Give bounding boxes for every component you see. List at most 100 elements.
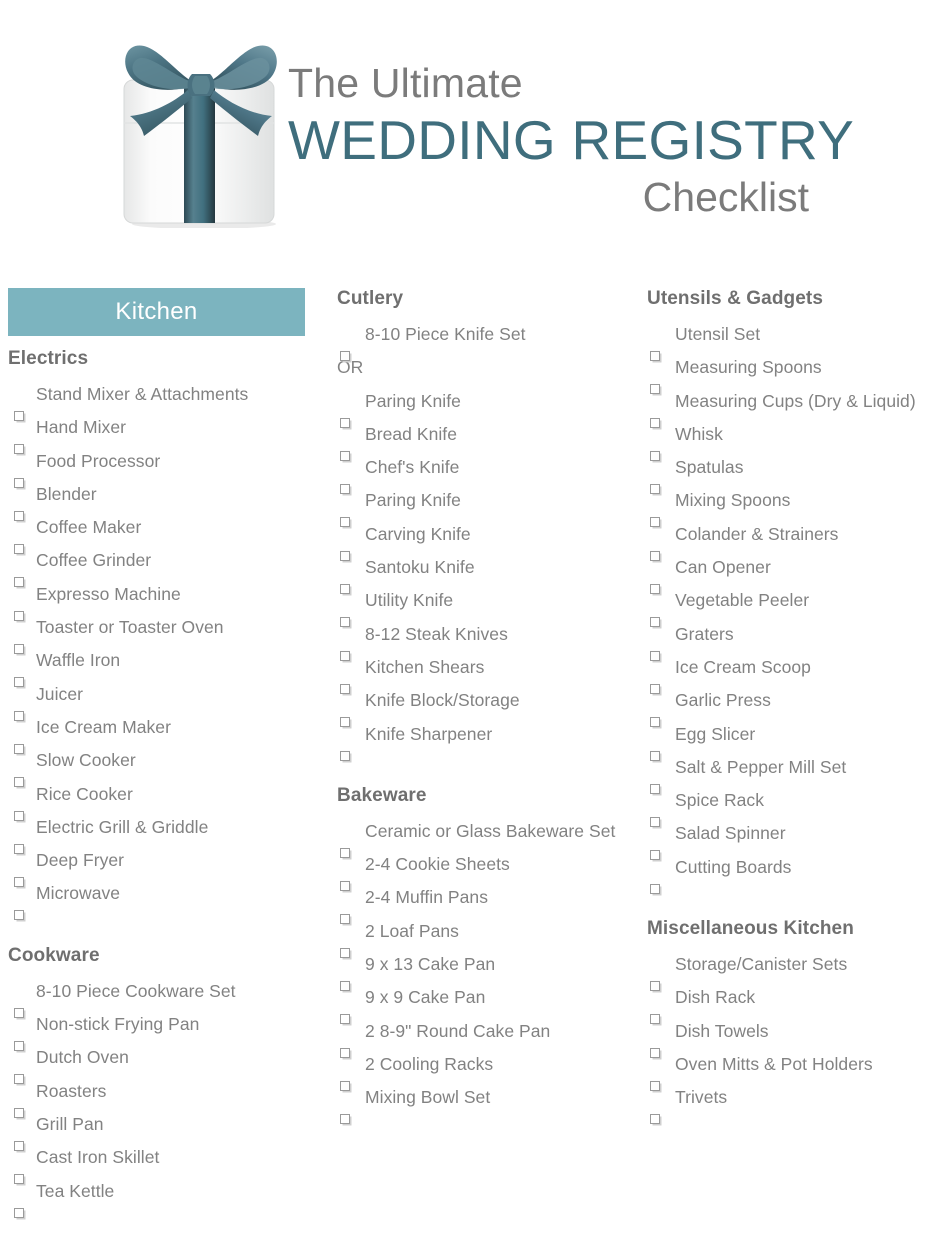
list-item[interactable]: Coffee Grinder <box>8 544 310 588</box>
list-item[interactable]: 9 x 13 Cake Pan <box>337 948 620 992</box>
list-item-label: Paring Knife <box>365 390 461 411</box>
section-title-cutlery: Cutlery <box>337 288 404 309</box>
list-item[interactable]: Garlic Press <box>647 684 930 728</box>
list-item-label: 9 x 9 Cake Pan <box>365 987 486 1008</box>
list-item[interactable]: Roasters <box>8 1075 310 1118</box>
list-item[interactable]: 8-12 Steak Knives <box>337 618 620 661</box>
list-item-label: Utensil Set <box>675 324 761 344</box>
list-miscellaneous-kitchen: Storage/Canister Sets Dish Rack Dish Tow… <box>647 948 930 1125</box>
list-item[interactable]: Mixing Bowl Set <box>337 1081 620 1125</box>
list-item[interactable]: Can Opener <box>647 551 930 595</box>
list-item[interactable]: Dish Towels <box>647 1015 930 1058</box>
list-item[interactable]: Measuring Cups (Dry & Liquid) <box>647 385 930 428</box>
list-item-label: Electric Grill & Griddle <box>36 816 209 837</box>
list-item-label: Ice Cream Scoop <box>675 656 811 677</box>
section-cutlery: Cutlery 8-10 Piece Knife Set OR Paring K… <box>337 288 620 761</box>
list-item[interactable]: Microwave <box>8 877 310 921</box>
list-item[interactable]: 2-4 Muffin Pans <box>337 881 620 925</box>
title-line-wedding-registry: WEDDING REGISTRY <box>288 109 855 171</box>
list-item[interactable]: Bread Knife <box>337 418 620 461</box>
list-item[interactable]: Graters <box>647 618 930 661</box>
list-item[interactable]: Juicer <box>8 678 310 721</box>
list-item[interactable]: Blender <box>8 478 310 521</box>
list-item-label: Salt & Pepper Mill Set <box>675 756 847 777</box>
list-bakeware: Ceramic or Glass Bakeware Set 2-4 Cookie… <box>337 815 620 1125</box>
list-item[interactable]: Coffee Maker <box>8 511 310 555</box>
list-item-label: Ceramic or Glass Bakeware Set <box>365 820 616 841</box>
list-item[interactable]: Ice Cream Maker <box>8 711 310 754</box>
list-item[interactable]: Ice Cream Scoop <box>647 651 930 694</box>
list-item-label: Garlic Press <box>675 690 771 711</box>
list-item[interactable]: Ceramic or Glass Bakeware Set <box>337 815 620 858</box>
list-item[interactable]: Waffle Iron <box>8 644 310 688</box>
list-item[interactable]: Utility Knife <box>337 584 620 628</box>
list-item[interactable]: Spice Rack <box>647 784 930 828</box>
list-item[interactable]: Salt & Pepper Mill Set <box>647 751 930 794</box>
list-item[interactable]: Carving Knife <box>337 518 620 561</box>
list-item[interactable]: Trivets <box>647 1081 930 1125</box>
list-item-label: Storage/Canister Sets <box>675 954 848 975</box>
list-item[interactable]: Cast Iron Skillet <box>8 1141 310 1185</box>
list-item[interactable]: Paring Knife <box>337 484 620 528</box>
list-item-label: Coffee Grinder <box>36 550 152 571</box>
list-item-label: Hand Mixer <box>36 417 126 438</box>
list-item-label: Vegetable Peeler <box>675 590 810 611</box>
title-block: The Ultimate WEDDING REGISTRY Checklist <box>288 58 855 222</box>
list-item[interactable]: Food Processor <box>8 445 310 488</box>
list-item[interactable]: 2 Loaf Pans <box>337 915 620 958</box>
list-item[interactable]: Colander & Strainers <box>647 518 930 561</box>
list-item[interactable]: Non-stick Frying Pan <box>8 1008 310 1052</box>
list-item[interactable]: 2 Cooling Racks <box>337 1048 620 1091</box>
list-utensils-gadgets: Utensil Set Measuring Spoons Measuring C… <box>647 318 930 894</box>
list-item[interactable]: Chef's Knife <box>337 451 620 495</box>
list-item[interactable]: 9 x 9 Cake Pan <box>337 981 620 1025</box>
list-item[interactable]: Paring Knife <box>337 385 620 428</box>
section-bakeware: Bakeware Ceramic or Glass Bakeware Set 2… <box>337 785 620 1125</box>
list-item-label: Colander & Strainers <box>675 523 839 544</box>
list-item-label: Waffle Iron <box>36 650 121 671</box>
list-item[interactable]: Knife Block/Storage <box>337 684 620 728</box>
list-item-label: Whisk <box>675 423 723 444</box>
list-item[interactable]: 2-4 Cookie Sheets <box>337 848 620 892</box>
list-item[interactable]: Electric Grill & Griddle <box>8 811 310 854</box>
list-item[interactable]: Knife Sharpener <box>337 718 620 761</box>
list-item[interactable]: Santoku Knife <box>337 551 620 595</box>
list-item[interactable]: Hand Mixer <box>8 411 310 455</box>
list-item[interactable]: Slow Cooker <box>8 744 310 788</box>
list-item[interactable]: Dish Rack <box>647 981 930 1025</box>
list-item[interactable]: 8-10 Piece Knife Set <box>337 318 620 361</box>
list-item[interactable]: 2 8-9" Round Cake Pan <box>337 1015 620 1058</box>
list-item-label: Oven Mitts & Pot Holders <box>675 1053 873 1074</box>
list-item-label: Food Processor <box>36 450 161 471</box>
list-item[interactable]: Expresso Machine <box>8 578 310 621</box>
list-item[interactable]: Spatulas <box>647 451 930 495</box>
list-item[interactable]: Deep Fryer <box>8 844 310 888</box>
list-item[interactable]: Whisk <box>647 418 930 461</box>
list-item-label: 9 x 13 Cake Pan <box>365 954 496 975</box>
list-item-label: Santoku Knife <box>365 557 475 578</box>
list-item[interactable]: Oven Mitts & Pot Holders <box>647 1048 930 1091</box>
list-item[interactable]: Kitchen Shears <box>337 651 620 694</box>
list-item[interactable]: Vegetable Peeler <box>647 584 930 628</box>
list-item[interactable]: Salad Spinner <box>647 817 930 861</box>
list-item[interactable]: Toaster or Toaster Oven <box>8 611 310 655</box>
list-item[interactable]: Stand Mixer & Attachments <box>8 378 310 421</box>
list-item[interactable]: Tea Kettle <box>8 1175 310 1218</box>
list-item[interactable]: Grill Pan <box>8 1108 310 1151</box>
list-item[interactable]: Measuring Spoons <box>647 351 930 395</box>
list-item-label: Expresso Machine <box>36 583 181 604</box>
list-item[interactable]: Rice Cooker <box>8 778 310 821</box>
title-line-the-ultimate: The Ultimate <box>288 60 523 106</box>
list-item[interactable]: Egg Slicer <box>647 718 930 761</box>
list-electrics: Stand Mixer & Attachments Hand Mixer Foo… <box>8 378 310 921</box>
list-item[interactable]: Mixing Spoons <box>647 484 930 528</box>
list-item-label: Can Opener <box>675 557 771 578</box>
list-item[interactable]: 8-10 Piece Cookware Set <box>8 975 310 1018</box>
list-cookware: 8-10 Piece Cookware Set Non-stick Frying… <box>8 975 310 1218</box>
list-item[interactable]: Dutch Oven <box>8 1041 310 1085</box>
list-item[interactable]: Utensil Set <box>647 318 930 361</box>
list-item-label: Ice Cream Maker <box>36 716 171 737</box>
list-item-label: Blender <box>36 483 97 504</box>
list-item[interactable]: Storage/Canister Sets <box>647 948 930 992</box>
list-item[interactable]: Cutting Boards <box>647 851 930 894</box>
